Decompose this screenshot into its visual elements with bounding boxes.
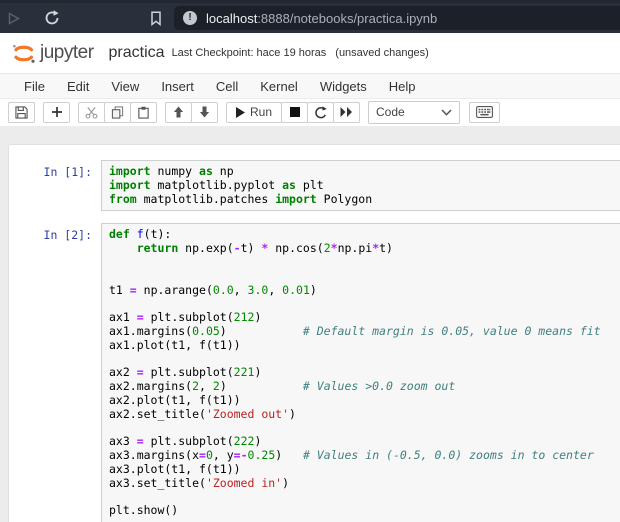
jupyter-logo[interactable]: jupyter (10, 40, 94, 67)
toolbar: Run Code (0, 99, 620, 125)
cell-type-select[interactable]: Code (368, 100, 461, 124)
menu-item-edit[interactable]: Edit (67, 79, 89, 94)
checkpoint-status: Last Checkpoint: hace 19 horas (171, 47, 327, 59)
browser-forward-icon[interactable] (8, 11, 20, 25)
cell-code-editor[interactable]: import numpy as np import matplotlib.pypl… (101, 160, 620, 212)
browser-reload-icon[interactable] (44, 10, 60, 26)
menu-bar: File Edit View Insert Cell Kernel Widgets Help (0, 74, 620, 99)
jupyter-logo-text: jupyter (40, 42, 94, 63)
paste-cell-button[interactable] (130, 101, 157, 123)
notebook-header: jupyter practica Last Checkpoint: hace 1… (0, 33, 620, 74)
notebook-title[interactable]: practica (109, 44, 165, 62)
unsaved-changes-badge: (unsaved changes) (335, 47, 429, 59)
restart-run-all-button[interactable] (333, 101, 361, 123)
run-cell-button[interactable]: Run (226, 101, 283, 123)
stop-icon (289, 107, 300, 117)
menu-item-cell[interactable]: Cell (216, 79, 238, 94)
run-icon (236, 106, 245, 118)
url-host: localhost (206, 10, 258, 26)
notebook-page-background: In [1]: import numpy as np import matplotl… (0, 126, 620, 522)
copy-icon (111, 105, 124, 119)
code-cell-2: In [2]: def f(t): return np.exp(-t) * np.… (9, 223, 620, 522)
menu-item-kernel[interactable]: Kernel (260, 79, 298, 94)
info-glyph: ! (188, 12, 192, 23)
cell-code-editor[interactable]: def f(t): return np.exp(-t) * np.cos(2*n… (101, 223, 620, 522)
run-button-label: Run (250, 105, 273, 119)
menu-item-insert[interactable]: Insert (161, 79, 194, 94)
code-cell-1: In [1]: import numpy as np import matplotl… (9, 160, 620, 212)
move-cell-up-button[interactable] (165, 101, 192, 123)
chevron-down-icon (441, 108, 452, 116)
cell-list: In [1]: import numpy as np import matplotl… (9, 160, 620, 522)
notebook-container: In [1]: import numpy as np import matplotl… (8, 144, 620, 522)
cell-type-value: Code (376, 105, 405, 119)
menu-item-help[interactable]: Help (389, 79, 416, 94)
move-down-icon (199, 106, 210, 118)
jupyter-logo-icon (13, 44, 35, 63)
address-bar[interactable]: ! localhost:8888/notebooks/practica.ipyn… (174, 6, 620, 30)
restart-kernel-icon (315, 105, 327, 118)
bookmark-icon[interactable] (150, 10, 162, 26)
keyboard-icon (476, 106, 493, 118)
cell-input-prompt: In [2]: (43, 228, 92, 243)
add-cell-icon (51, 107, 62, 117)
site-info-icon[interactable]: ! (183, 11, 197, 25)
browser-chrome: ! localhost:8888/notebooks/practica.ipyn… (0, 0, 620, 33)
move-cell-down-button[interactable] (191, 101, 218, 123)
move-up-icon (173, 106, 184, 118)
restart-run-all-icon (340, 107, 353, 117)
add-cell-button[interactable] (43, 101, 70, 123)
restart-kernel-button[interactable] (307, 101, 335, 123)
cell-input-prompt: In [1]: (43, 165, 92, 179)
cut-icon (85, 106, 98, 119)
paste-icon (138, 106, 149, 119)
url-text: localhost:8888/notebooks/practica.ipynb (206, 11, 437, 26)
url-path: :8888/notebooks/practica.ipynb (257, 10, 438, 26)
menu-item-widgets[interactable]: Widgets (320, 79, 367, 94)
save-button[interactable] (8, 101, 35, 123)
command-palette-button[interactable] (469, 101, 501, 123)
save-icon (15, 105, 28, 119)
menu-items: File Edit View Insert Cell Kernel Widgets Help (24, 79, 438, 94)
menu-item-view[interactable]: View (111, 79, 139, 94)
menu-item-file[interactable]: File (24, 79, 45, 94)
copy-cell-button[interactable] (104, 101, 131, 123)
interrupt-kernel-button[interactable] (281, 101, 309, 123)
cut-cell-button[interactable] (78, 101, 105, 123)
